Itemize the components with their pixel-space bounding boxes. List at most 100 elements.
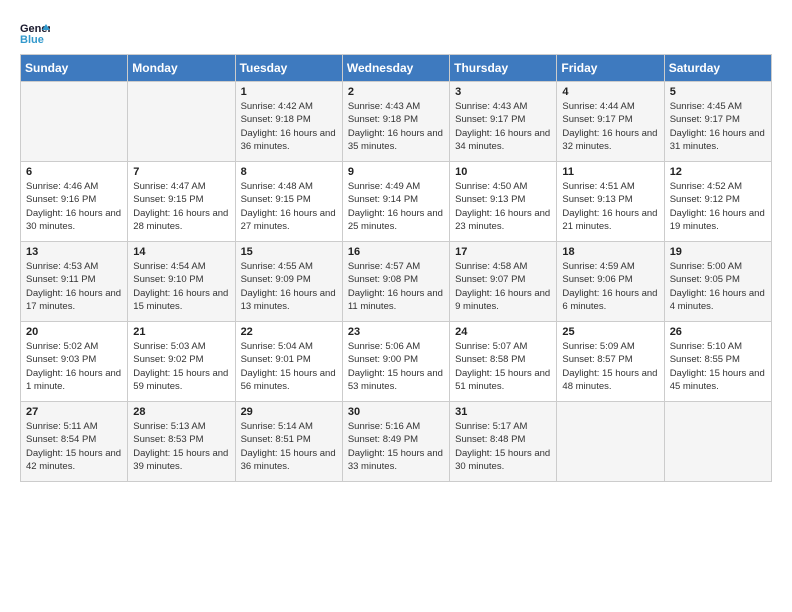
column-header-wednesday: Wednesday <box>342 55 449 82</box>
calendar-cell <box>128 82 235 162</box>
day-info: Sunrise: 5:16 AM Sunset: 8:49 PM Dayligh… <box>348 420 444 473</box>
column-header-friday: Friday <box>557 55 664 82</box>
day-info: Sunrise: 4:52 AM Sunset: 9:12 PM Dayligh… <box>670 180 766 233</box>
calendar-cell: 8 Sunrise: 4:48 AM Sunset: 9:15 PM Daylig… <box>235 162 342 242</box>
day-number: 22 <box>241 326 337 338</box>
column-header-sunday: Sunday <box>21 55 128 82</box>
calendar-cell: 31 Sunrise: 5:17 AM Sunset: 8:48 PM Dayli… <box>450 402 557 482</box>
calendar-cell: 2 Sunrise: 4:43 AM Sunset: 9:18 PM Daylig… <box>342 82 449 162</box>
day-info: Sunrise: 4:48 AM Sunset: 9:15 PM Dayligh… <box>241 180 337 233</box>
calendar-cell: 12 Sunrise: 4:52 AM Sunset: 9:12 PM Dayli… <box>664 162 771 242</box>
calendar-cell: 20 Sunrise: 5:02 AM Sunset: 9:03 PM Dayli… <box>21 322 128 402</box>
day-number: 9 <box>348 166 444 178</box>
day-info: Sunrise: 4:58 AM Sunset: 9:07 PM Dayligh… <box>455 260 551 313</box>
calendar-cell: 25 Sunrise: 5:09 AM Sunset: 8:57 PM Dayli… <box>557 322 664 402</box>
page-header: General Blue <box>20 20 772 44</box>
calendar-header-row: SundayMondayTuesdayWednesdayThursdayFrid… <box>21 55 772 82</box>
calendar-week-row: 1Sunrise: 4:42 AM Sunset: 9:18 PM Daylig… <box>21 82 772 162</box>
calendar-cell: 11Sunrise: 4:51 AM Sunset: 9:13 PM Dayli… <box>557 162 664 242</box>
day-number: 15 <box>241 246 337 258</box>
day-info: Sunrise: 5:00 AM Sunset: 9:05 PM Dayligh… <box>670 260 766 313</box>
day-number: 19 <box>670 246 766 258</box>
day-info: Sunrise: 5:02 AM Sunset: 9:03 PM Dayligh… <box>26 340 122 393</box>
day-number: 14 <box>133 246 229 258</box>
day-info: Sunrise: 5:13 AM Sunset: 8:53 PM Dayligh… <box>133 420 229 473</box>
day-number: 26 <box>670 326 766 338</box>
day-info: Sunrise: 4:43 AM Sunset: 9:17 PM Dayligh… <box>455 100 551 153</box>
calendar-cell: 19 Sunrise: 5:00 AM Sunset: 9:05 PM Dayli… <box>664 242 771 322</box>
day-number: 2 <box>348 86 444 98</box>
calendar-cell: 10Sunrise: 4:50 AM Sunset: 9:13 PM Dayli… <box>450 162 557 242</box>
calendar-cell: 9 Sunrise: 4:49 AM Sunset: 9:14 PM Daylig… <box>342 162 449 242</box>
logo: General Blue <box>20 20 54 44</box>
day-info: Sunrise: 4:42 AM Sunset: 9:18 PM Dayligh… <box>241 100 337 153</box>
calendar-cell: 28 Sunrise: 5:13 AM Sunset: 8:53 PM Dayli… <box>128 402 235 482</box>
day-info: Sunrise: 5:17 AM Sunset: 8:48 PM Dayligh… <box>455 420 551 473</box>
day-number: 17 <box>455 246 551 258</box>
calendar-cell <box>557 402 664 482</box>
day-info: Sunrise: 5:11 AM Sunset: 8:54 PM Dayligh… <box>26 420 122 473</box>
day-number: 4 <box>562 86 658 98</box>
day-info: Sunrise: 4:43 AM Sunset: 9:18 PM Dayligh… <box>348 100 444 153</box>
day-number: 25 <box>562 326 658 338</box>
calendar-week-row: 27 Sunrise: 5:11 AM Sunset: 8:54 PM Dayli… <box>21 402 772 482</box>
day-info: Sunrise: 4:49 AM Sunset: 9:14 PM Dayligh… <box>348 180 444 233</box>
calendar-table: SundayMondayTuesdayWednesdayThursdayFrid… <box>20 54 772 482</box>
day-number: 18 <box>562 246 658 258</box>
day-number: 12 <box>670 166 766 178</box>
calendar-cell: 30 Sunrise: 5:16 AM Sunset: 8:49 PM Dayli… <box>342 402 449 482</box>
day-number: 6 <box>26 166 122 178</box>
day-info: Sunrise: 5:04 AM Sunset: 9:01 PM Dayligh… <box>241 340 337 393</box>
calendar-cell: 29 Sunrise: 5:14 AM Sunset: 8:51 PM Dayli… <box>235 402 342 482</box>
day-info: Sunrise: 4:59 AM Sunset: 9:06 PM Dayligh… <box>562 260 658 313</box>
day-number: 8 <box>241 166 337 178</box>
calendar-cell: 6Sunrise: 4:46 AM Sunset: 9:16 PM Daylig… <box>21 162 128 242</box>
calendar-cell: 5Sunrise: 4:45 AM Sunset: 9:17 PM Daylig… <box>664 82 771 162</box>
day-info: Sunrise: 5:03 AM Sunset: 9:02 PM Dayligh… <box>133 340 229 393</box>
calendar-cell: 15Sunrise: 4:55 AM Sunset: 9:09 PM Dayli… <box>235 242 342 322</box>
day-number: 7 <box>133 166 229 178</box>
calendar-cell: 3Sunrise: 4:43 AM Sunset: 9:17 PM Daylig… <box>450 82 557 162</box>
column-header-saturday: Saturday <box>664 55 771 82</box>
day-number: 11 <box>562 166 658 178</box>
day-number: 20 <box>26 326 122 338</box>
day-number: 29 <box>241 406 337 418</box>
day-number: 30 <box>348 406 444 418</box>
logo-icon: General Blue <box>20 20 50 44</box>
day-number: 21 <box>133 326 229 338</box>
calendar-cell: 14 Sunrise: 4:54 AM Sunset: 9:10 PM Dayli… <box>128 242 235 322</box>
calendar-cell: 21 Sunrise: 5:03 AM Sunset: 9:02 PM Dayli… <box>128 322 235 402</box>
day-number: 28 <box>133 406 229 418</box>
day-number: 5 <box>670 86 766 98</box>
day-info: Sunrise: 4:54 AM Sunset: 9:10 PM Dayligh… <box>133 260 229 313</box>
calendar-cell: 26 Sunrise: 5:10 AM Sunset: 8:55 PM Dayli… <box>664 322 771 402</box>
day-number: 16 <box>348 246 444 258</box>
day-info: Sunrise: 5:07 AM Sunset: 8:58 PM Dayligh… <box>455 340 551 393</box>
calendar-cell: 23 Sunrise: 5:06 AM Sunset: 9:00 PM Dayli… <box>342 322 449 402</box>
svg-text:Blue: Blue <box>20 34 44 44</box>
day-info: Sunrise: 5:10 AM Sunset: 8:55 PM Dayligh… <box>670 340 766 393</box>
day-number: 27 <box>26 406 122 418</box>
column-header-monday: Monday <box>128 55 235 82</box>
day-number: 13 <box>26 246 122 258</box>
calendar-cell: 13 Sunrise: 4:53 AM Sunset: 9:11 PM Dayli… <box>21 242 128 322</box>
day-info: Sunrise: 4:53 AM Sunset: 9:11 PM Dayligh… <box>26 260 122 313</box>
calendar-cell: 1Sunrise: 4:42 AM Sunset: 9:18 PM Daylig… <box>235 82 342 162</box>
calendar-cell: 18 Sunrise: 4:59 AM Sunset: 9:06 PM Dayli… <box>557 242 664 322</box>
day-number: 23 <box>348 326 444 338</box>
day-info: Sunrise: 5:09 AM Sunset: 8:57 PM Dayligh… <box>562 340 658 393</box>
calendar-cell: 24 Sunrise: 5:07 AM Sunset: 8:58 PM Dayli… <box>450 322 557 402</box>
column-header-thursday: Thursday <box>450 55 557 82</box>
day-number: 31 <box>455 406 551 418</box>
day-info: Sunrise: 4:57 AM Sunset: 9:08 PM Dayligh… <box>348 260 444 313</box>
day-number: 24 <box>455 326 551 338</box>
calendar-cell: 27 Sunrise: 5:11 AM Sunset: 8:54 PM Dayli… <box>21 402 128 482</box>
day-info: Sunrise: 5:14 AM Sunset: 8:51 PM Dayligh… <box>241 420 337 473</box>
day-info: Sunrise: 5:06 AM Sunset: 9:00 PM Dayligh… <box>348 340 444 393</box>
day-info: Sunrise: 4:44 AM Sunset: 9:17 PM Dayligh… <box>562 100 658 153</box>
calendar-cell <box>21 82 128 162</box>
calendar-week-row: 6Sunrise: 4:46 AM Sunset: 9:16 PM Daylig… <box>21 162 772 242</box>
calendar-cell: 16 Sunrise: 4:57 AM Sunset: 9:08 PM Dayli… <box>342 242 449 322</box>
column-header-tuesday: Tuesday <box>235 55 342 82</box>
calendar-cell <box>664 402 771 482</box>
